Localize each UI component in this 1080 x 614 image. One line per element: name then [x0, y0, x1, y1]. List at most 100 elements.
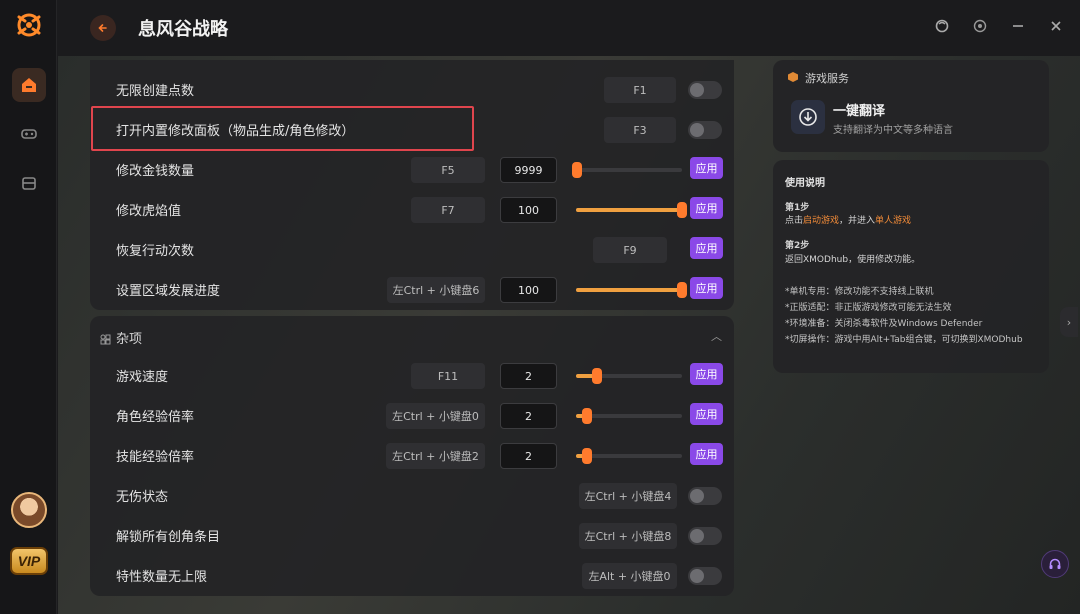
cheat-row: 无限创建点数 F1 [90, 70, 734, 110]
step1-part: ，并进入 [839, 216, 876, 226]
arrow-left-icon [98, 24, 107, 32]
highlight-box [91, 106, 474, 151]
cheat-row: 游戏速度 F11 2 应用 [90, 356, 734, 396]
page-title: 息风谷战略 [138, 19, 228, 40]
cheat-label: 解锁所有创角条目 [116, 530, 221, 545]
cheat-label: 无伤状态 [116, 490, 169, 505]
nav-games-icon[interactable] [12, 116, 46, 150]
cheat-label: 无限创建点数 [116, 84, 195, 99]
hotkey-badge[interactable]: 左Ctrl + 小键盘0 [386, 403, 485, 429]
toggle-switch[interactable] [688, 567, 722, 585]
cheat-label: 修改金钱数量 [116, 164, 195, 179]
hotkey-badge[interactable]: F11 [411, 363, 485, 389]
section-header[interactable]: 杂项 ︿ [90, 318, 734, 354]
value-input[interactable]: 2 [500, 403, 557, 429]
cheat-label: 恢复行动次数 [116, 244, 195, 259]
value-slider[interactable] [576, 282, 687, 298]
toggle-switch[interactable] [688, 527, 722, 545]
value-slider[interactable] [572, 162, 682, 178]
top-bar: 息风谷战略 [58, 0, 1080, 56]
cheat-row: 解锁所有创角条目 左Ctrl + 小键盘8 [90, 516, 734, 556]
cube-icon [787, 71, 799, 86]
app-logo-icon[interactable] [15, 11, 43, 39]
cheat-label: 修改虎焰值 [116, 204, 182, 219]
single-player-link[interactable]: 单人游戏 [875, 216, 911, 226]
hotkey-badge[interactable]: F1 [604, 77, 676, 103]
value-slider[interactable] [576, 368, 682, 384]
vip-badge[interactable]: VIP [10, 547, 48, 575]
cheat-row: 修改虎焰值 F7 100 应用 [90, 190, 734, 230]
close-icon[interactable] [1048, 18, 1064, 34]
step2-text: 返回XMODhub，使用修改功能。 [785, 255, 921, 265]
apply-button[interactable]: 应用 [690, 403, 723, 425]
step1-part: 点击 [785, 216, 804, 226]
hotkey-badge[interactable]: 左Alt + 小键盘0 [582, 563, 677, 589]
value-input[interactable]: 100 [500, 277, 557, 303]
cheat-label: 角色经验倍率 [116, 410, 195, 425]
cheat-row: 角色经验倍率 左Ctrl + 小键盘0 2 应用 [90, 396, 734, 436]
theme-icon[interactable] [934, 18, 950, 34]
translate-tile[interactable] [791, 100, 825, 134]
download-icon [799, 108, 817, 126]
value-input[interactable]: 9999 [500, 157, 557, 183]
guide-note: *正版适配：非正版游戏修改可能无法生效 [785, 303, 952, 313]
step1-text: 点击启动游戏，并进入单人游戏 [785, 213, 911, 226]
settings-icon[interactable] [972, 18, 988, 34]
step2-title: 第2步 [785, 241, 810, 251]
value-input[interactable]: 100 [500, 197, 557, 223]
hotkey-badge[interactable]: 左Ctrl + 小键盘6 [387, 277, 485, 303]
service-name[interactable]: 一键翻译 [833, 100, 885, 119]
hotkey-badge[interactable]: F5 [411, 157, 485, 183]
service-desc: 支持翻译为中文等多种语言 [833, 125, 953, 136]
cheat-row: 特性数量无上限 左Alt + 小键盘0 [90, 556, 734, 596]
left-rail: VIP [0, 0, 57, 614]
cheat-row: 无伤状态 左Ctrl + 小键盘4 [90, 476, 734, 516]
apply-button[interactable]: 应用 [690, 157, 723, 179]
nav-box-icon[interactable] [12, 166, 46, 200]
launch-game-link[interactable]: 启动游戏 [803, 216, 839, 226]
chevron-up-icon[interactable]: ︿ [711, 328, 722, 344]
guide-note: *切屏操作：游戏中用Alt+Tab组合键，可切换到XMODhub [785, 335, 1023, 345]
apply-button[interactable]: 应用 [690, 443, 723, 465]
guide-title: 使用说明 [785, 178, 825, 189]
section-title: 杂项 [116, 332, 143, 347]
hotkey-badge[interactable]: F9 [593, 237, 667, 263]
toggle-switch[interactable] [688, 121, 722, 139]
game-service-panel: 游戏服务 一键翻译 支持翻译为中文等多种语言 [773, 60, 1049, 152]
nav-home-icon[interactable] [12, 68, 46, 102]
guide-note: *单机专用：修改功能不支持线上联机 [785, 287, 934, 297]
apply-button[interactable]: 应用 [690, 197, 723, 219]
back-button[interactable] [90, 15, 116, 41]
step1-title: 第1步 [785, 203, 810, 213]
apply-button[interactable]: 应用 [690, 277, 723, 299]
apply-button[interactable]: 应用 [690, 363, 723, 385]
cheat-row: 恢复行动次数 F9 应用 [90, 230, 734, 270]
toggle-switch[interactable] [688, 81, 722, 99]
headset-icon[interactable] [1041, 550, 1069, 578]
value-input[interactable]: 2 [500, 443, 557, 469]
avatar[interactable] [11, 492, 47, 528]
cheat-label: 设置区域发展进度 [116, 284, 221, 299]
toggle-switch[interactable] [688, 487, 722, 505]
expand-arrow-icon[interactable]: › [1060, 307, 1078, 337]
cheat-row: 修改金钱数量 F5 9999 应用 [90, 150, 734, 190]
cheat-label: 技能经验倍率 [116, 450, 195, 465]
usage-guide-panel: 使用说明 第1步 点击启动游戏，并进入单人游戏 第2步 返回XMODhub，使用… [773, 160, 1049, 373]
hotkey-badge[interactable]: 左Ctrl + 小键盘2 [386, 443, 485, 469]
value-slider[interactable] [576, 408, 682, 424]
panel-title: 游戏服务 [805, 72, 849, 85]
hotkey-badge[interactable]: 左Ctrl + 小键盘8 [579, 523, 677, 549]
cheat-row: 设置区域发展进度 左Ctrl + 小键盘6 100 应用 [90, 270, 734, 310]
cheat-label: 游戏速度 [116, 370, 169, 385]
hotkey-badge[interactable]: F7 [411, 197, 485, 223]
value-slider[interactable] [576, 202, 687, 218]
guide-note: *环境准备：关闭杀毒软件及Windows Defender [785, 319, 983, 329]
cheat-row: 技能经验倍率 左Ctrl + 小键盘2 2 应用 [90, 436, 734, 476]
value-slider[interactable] [576, 448, 682, 464]
category-icon [100, 330, 111, 349]
value-input[interactable]: 2 [500, 363, 557, 389]
apply-button[interactable]: 应用 [690, 237, 723, 259]
minimize-icon[interactable] [1010, 18, 1026, 34]
hotkey-badge[interactable]: F3 [604, 117, 676, 143]
hotkey-badge[interactable]: 左Ctrl + 小键盘4 [579, 483, 677, 509]
